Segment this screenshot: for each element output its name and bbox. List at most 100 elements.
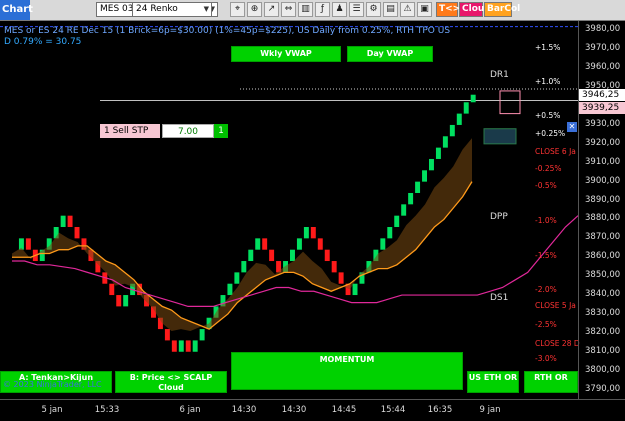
renko-down-brick	[109, 283, 115, 296]
renko-up-brick	[303, 227, 309, 239]
time-axis-tick: 15:33	[94, 405, 120, 415]
price-axis-tick: 3790,00	[585, 383, 621, 394]
renko-up-brick	[470, 94, 476, 103]
price-axis-tick: 3860,00	[585, 251, 621, 262]
strategy-icon[interactable]: ♟	[332, 2, 347, 17]
renko-up-brick	[442, 136, 448, 148]
renko-up-brick	[255, 238, 261, 250]
price-axis-tick: 3930,00	[585, 118, 621, 129]
level-label-minus-3: -3.0%	[535, 354, 557, 363]
renko-down-brick	[338, 272, 344, 284]
price-axis-tick: 3850,00	[585, 270, 621, 281]
close-icon[interactable]: ✕	[567, 122, 577, 132]
chevron-down-icon: ▼	[203, 5, 209, 13]
renko-up-brick	[296, 238, 302, 250]
rth-or-button[interactable]: RTH OR	[524, 371, 578, 393]
price-axis[interactable]: 3980,00 3970,00 3960,00 3950,00 3930,00 3920,…	[578, 21, 625, 399]
renko-up-brick	[227, 283, 233, 296]
renko-up-brick	[429, 158, 434, 171]
scalp-cloud-button[interactable]: B: Price <> SCALP Cloud	[115, 371, 227, 393]
bar-type-selector[interactable]: 24 Renko ▼	[132, 2, 212, 17]
level-label-minus-1: -1.0%	[535, 216, 557, 225]
projection-box	[499, 90, 521, 115]
renko-up-brick	[248, 249, 254, 262]
renko-up-brick	[449, 124, 455, 137]
chart-plot-area[interactable]: MES or ES 24 RE Dec 15 (1 Brick=6p=$30.0…	[0, 21, 580, 399]
cloud-toggle-button[interactable]: Cloud	[459, 2, 491, 17]
renko-up-brick	[241, 261, 247, 273]
level-label-plus-1: +1.0%	[535, 77, 561, 86]
renko-up-brick	[435, 147, 441, 159]
time-axis-tick: 6 jan	[179, 405, 201, 415]
line-tool-icon[interactable]: ↗	[264, 2, 279, 17]
price-axis-tick: 3890,00	[585, 194, 621, 205]
ds1-label: DS1	[490, 293, 509, 303]
scalp-cloud	[12, 138, 472, 331]
renko-up-brick	[394, 215, 400, 228]
renko-up-brick	[192, 340, 198, 352]
template-icon[interactable]: ☰	[349, 2, 364, 17]
renko-up-brick	[408, 192, 414, 205]
time-axis-tick: 15:44	[380, 405, 406, 415]
tk-toggle-button[interactable]: T<>K	[436, 2, 467, 17]
level-label-minus-2-5: -2.5%	[535, 320, 557, 329]
time-axis-tick: 14:45	[331, 405, 357, 415]
level-label-plus-1-5: +1.5%	[535, 43, 561, 52]
data-box-icon[interactable]: ▤	[383, 2, 398, 17]
chart-toolbar: Chart MES 03-23 ▼ 24 Renko ▼ ⌖ ⊕ ↗ ⇔ ▥ ƒ…	[0, 0, 625, 21]
renko-down-brick	[262, 238, 268, 250]
dr1-label: DR1	[490, 70, 509, 80]
close-5-jan-label: CLOSE 5 Ja	[535, 301, 576, 310]
renko-up-brick	[178, 340, 184, 352]
renko-down-brick	[164, 329, 170, 341]
bar-type-label: 24 Renko	[136, 4, 178, 14]
time-axis-tick: 9 jan	[479, 405, 501, 415]
renko-up-brick	[123, 295, 129, 307]
barcol-toggle-button[interactable]: BarCol	[484, 2, 520, 17]
price-axis-tick: 3820,00	[585, 326, 621, 337]
momentum-button[interactable]: MOMENTUM	[231, 352, 463, 390]
indicator-icon[interactable]: ƒ	[315, 2, 330, 17]
time-axis[interactable]: 5 jan 15:33 6 jan 14:30 14:30 14:45 15:44 16:35…	[0, 399, 625, 421]
renko-up-brick	[415, 181, 421, 193]
daily-vwap-button[interactable]: Day VWAP	[347, 46, 433, 62]
renko-down-brick	[74, 227, 80, 239]
level-label-minus-1-5: -1.5%	[535, 251, 557, 260]
last-price-marker: 3946,25	[579, 88, 625, 101]
price-axis-tick: 3900,00	[585, 175, 621, 186]
renko-down-brick	[171, 340, 177, 352]
level-label-plus-0-25: +0.25%	[535, 129, 566, 138]
dpp-label: DPP	[490, 212, 508, 222]
bar-spacing-icon[interactable]: ⇔	[281, 2, 296, 17]
renko-up-brick	[387, 227, 393, 239]
us-eth-or-button[interactable]: US ETH OR	[467, 371, 519, 393]
level-label-plus-0-5: +0.5%	[535, 111, 561, 120]
chart-trader-icon[interactable]: ▣	[417, 2, 432, 17]
chart-tab[interactable]: Chart	[0, 0, 33, 20]
renko-up-brick	[60, 215, 66, 228]
renko-down-brick	[185, 340, 191, 352]
weekly-vwap-button[interactable]: Wkly VWAP	[231, 46, 341, 62]
renko-down-brick	[317, 238, 323, 250]
order-quantity-field[interactable]: 1	[214, 124, 228, 138]
renko-up-brick	[199, 329, 205, 341]
draw-tool-icon[interactable]: ⌖	[230, 2, 245, 17]
close-6-jan-label: CLOSE 6 Ja	[535, 147, 576, 156]
renko-down-brick	[116, 295, 122, 307]
zoom-icon[interactable]: ⊕	[247, 2, 262, 17]
alert-icon[interactable]: ⚠	[400, 2, 415, 17]
time-axis-tick: 5 jan	[41, 405, 63, 415]
renko-down-brick	[269, 249, 275, 262]
chart-style-icon[interactable]: ▥	[298, 2, 313, 17]
price-axis-tick: 3810,00	[585, 345, 621, 356]
time-axis-tick: 14:30	[231, 405, 257, 415]
renko-up-brick	[463, 102, 469, 114]
renko-down-brick	[67, 215, 73, 228]
chart-title: MES or ES 24 RE Dec 15 (1 Brick=6p=$30.0…	[4, 26, 451, 36]
price-axis-tick: 3880,00	[585, 213, 621, 224]
sell-stop-order-label[interactable]: 1 Sell STP	[100, 124, 160, 138]
renko-down-brick	[331, 261, 337, 273]
renko-down-brick	[25, 238, 31, 250]
order-price-field[interactable]: 7.00	[162, 124, 214, 138]
properties-icon[interactable]: ⚙	[366, 2, 381, 17]
